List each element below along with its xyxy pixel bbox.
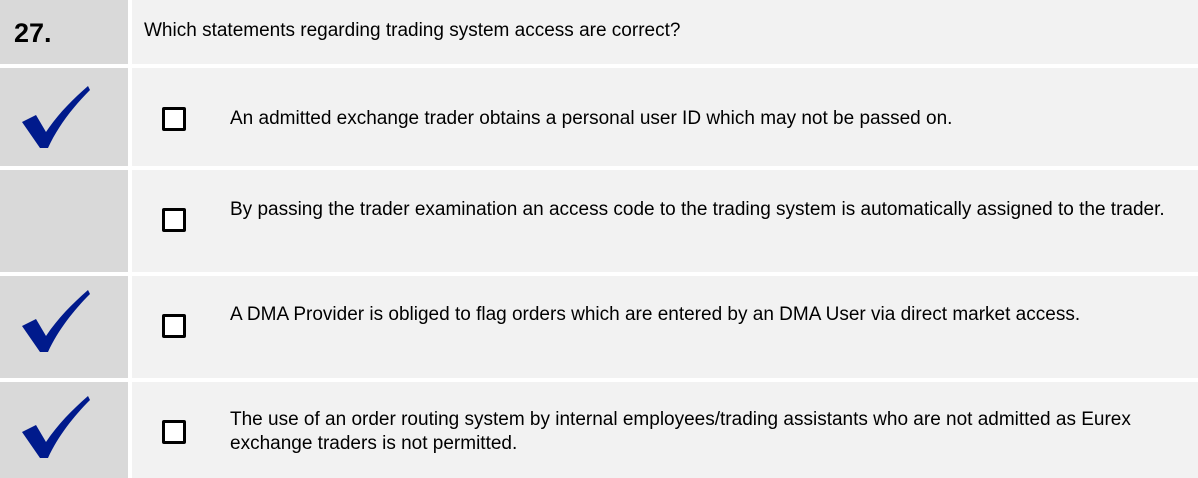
answer-text: By passing the trader examination an acc… [230,199,1165,220]
answer-cell: A DMA Provider is obliged to flag orders… [132,276,1198,378]
answer-checkbox[interactable] [162,314,186,338]
answer-cell: An admitted exchange trader obtains a pe… [132,68,1198,166]
answer-text: The use of an order routing system by in… [230,409,1131,454]
question-text: Which statements regarding trading syste… [144,20,681,41]
answer-cell: The use of an order routing system by in… [132,382,1198,478]
answer-text: A DMA Provider is obliged to flag orders… [230,304,1081,325]
answer-checkbox[interactable] [162,107,186,131]
question-number: 27. [14,18,52,48]
question-header-row: 27. Which statements regarding trading s… [0,0,1198,64]
answer-marker-cell [0,276,128,378]
question-number-cell: 27. [0,0,128,64]
answer-row-3: A DMA Provider is obliged to flag orders… [0,276,1198,378]
answer-checkbox[interactable] [162,208,186,232]
answer-row-1: An admitted exchange trader obtains a pe… [0,68,1198,166]
checkmark-icon [22,86,90,148]
question-table: 27. Which statements regarding trading s… [0,0,1198,478]
answer-marker-cell [0,170,128,272]
answer-row-4: The use of an order routing system by in… [0,382,1198,478]
answer-text: An admitted exchange trader obtains a pe… [230,108,953,129]
answer-marker-cell [0,382,128,478]
answer-row-2: By passing the trader examination an acc… [0,170,1198,272]
answer-cell: By passing the trader examination an acc… [132,170,1198,272]
answer-marker-cell [0,68,128,166]
answer-checkbox[interactable] [162,420,186,444]
question-text-cell: Which statements regarding trading syste… [132,0,1198,64]
checkmark-icon [22,396,90,458]
checkmark-icon [22,290,90,352]
